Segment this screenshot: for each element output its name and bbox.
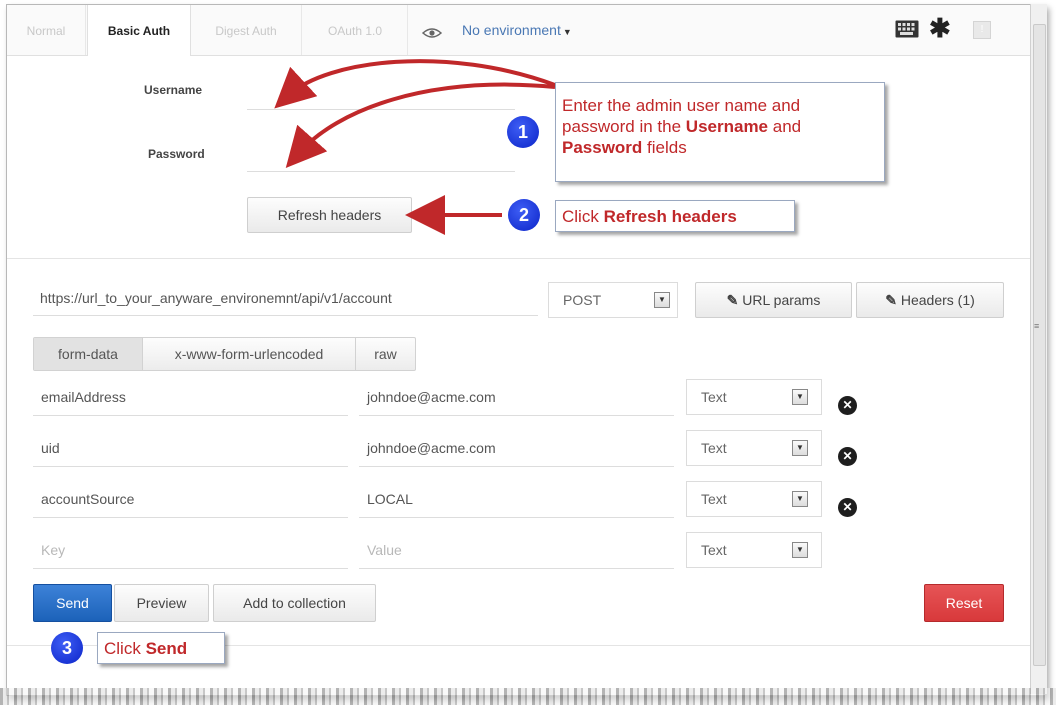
callout-step-3: Click Send bbox=[97, 632, 225, 664]
scroll-thumb[interactable] bbox=[1033, 24, 1046, 666]
step-badge-2: 2 bbox=[508, 199, 540, 231]
callout-line: Enter the admin user name and bbox=[562, 96, 801, 115]
callout-line: Password fields bbox=[562, 138, 687, 157]
step-badge-3: 3 bbox=[51, 632, 83, 664]
callout-line: password in the Username and bbox=[562, 117, 802, 136]
step-badge-1: 1 bbox=[507, 116, 539, 148]
scroll-grip-icon: ≡ bbox=[1034, 321, 1040, 331]
arrow-to-username bbox=[274, 59, 556, 109]
vertical-scrollbar[interactable]: ≡ bbox=[1030, 4, 1047, 694]
app-window: Normal Basic Auth Digest Auth OAuth 1.0 … bbox=[6, 4, 1046, 696]
callout-step-2: Click Refresh headers bbox=[555, 200, 795, 232]
callout-step-1: Enter the admin user name and password i… bbox=[555, 82, 885, 182]
torn-edge bbox=[0, 688, 1056, 705]
